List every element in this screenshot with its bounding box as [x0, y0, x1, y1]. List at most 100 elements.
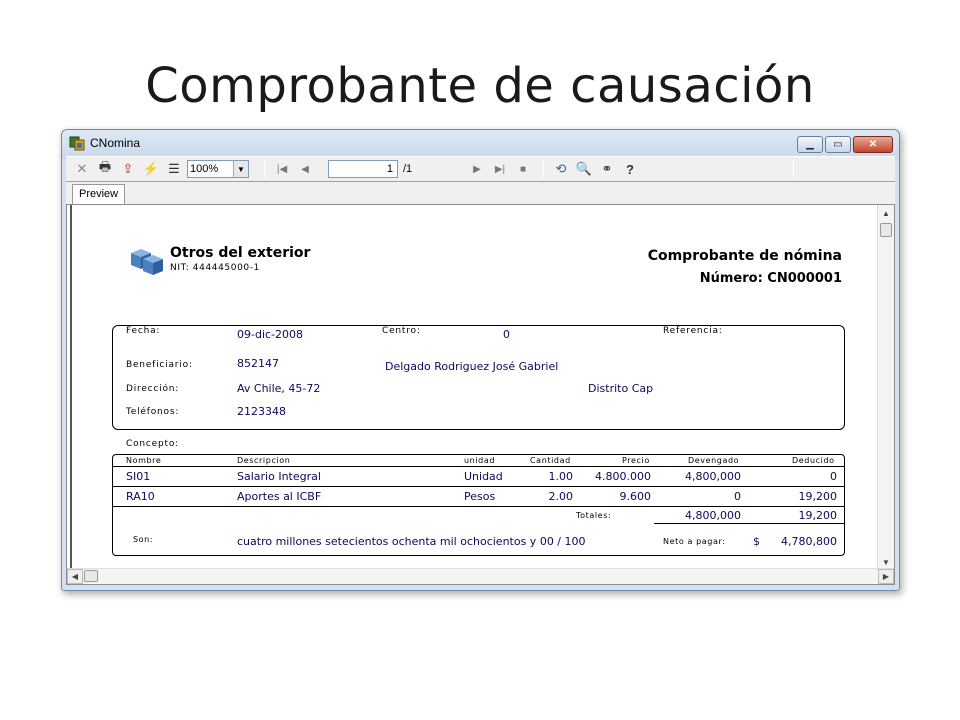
beneficiario-id: 852147 — [237, 357, 279, 370]
minimize-icon: ▁ — [806, 138, 814, 150]
close-report-button[interactable]: ✕ — [72, 159, 92, 179]
table-cell: 19,200 — [798, 490, 838, 503]
stop-button[interactable]: ■ — [513, 159, 533, 179]
zoom-value: 100% — [190, 163, 219, 175]
neto-value: 4,780,800 — [781, 535, 837, 548]
fecha-value: 09-dic-2008 — [237, 328, 304, 341]
table-cell: RA10 — [126, 490, 155, 503]
close-window-button[interactable]: ✕ — [853, 136, 893, 153]
total-deducido: 19,200 — [798, 509, 838, 522]
lightning-button[interactable]: ⚡ — [141, 159, 161, 179]
first-page-icon: |◀ — [276, 163, 288, 175]
prev-page-button[interactable]: ◀ — [295, 159, 315, 179]
print-button[interactable]: 🖶 — [95, 159, 115, 179]
last-page-icon: ▶| — [494, 163, 506, 175]
page-number-input[interactable]: 1 — [328, 160, 398, 178]
total-devengado: 4,800,000 — [685, 509, 741, 522]
column-header: Precio — [622, 456, 650, 465]
company-name: Otros del exterior — [170, 245, 311, 261]
prev-page-icon: ◀ — [301, 163, 309, 175]
export-button[interactable]: ⇪ — [118, 159, 138, 179]
beneficiario-nombre: Delgado Rodriguez José Gabriel — [385, 360, 559, 373]
binoculars-icon: ⚭ — [601, 161, 613, 176]
company-logo — [131, 249, 163, 275]
first-page-button[interactable]: |◀ — [272, 159, 292, 179]
ciudad-value: Distrito Cap — [588, 382, 654, 395]
document-number: Número: CN000001 — [699, 271, 842, 286]
page-total: /1 — [403, 163, 413, 175]
search-doc-icon: 🔍 — [575, 161, 593, 176]
referencia-label: Referencia: — [663, 326, 723, 336]
table-cell: Salario Integral — [237, 470, 321, 483]
tree-button[interactable]: ☰ — [164, 159, 184, 179]
slide-title: Comprobante de causación — [145, 58, 815, 114]
window-title: CNomina — [90, 136, 141, 150]
maximize-button[interactable]: ▭ — [825, 136, 851, 153]
refresh-search-button[interactable]: ⟲ — [551, 159, 571, 179]
toolbar-divider — [543, 160, 544, 178]
report-preview-area: Otros del exterior NIT: 444445000-1 Comp… — [66, 204, 895, 585]
vertical-scrollbar[interactable]: ▲ ▼ — [877, 205, 894, 570]
totales-label: Totales: — [576, 511, 612, 520]
print-icon: 🖶 — [98, 159, 112, 174]
table-header-divider — [112, 466, 845, 467]
next-page-icon: ▶ — [473, 163, 481, 175]
telefonos-label: Teléfonos: — [126, 407, 180, 417]
table-cell: 0 — [734, 490, 741, 503]
scroll-up-button[interactable]: ▲ — [878, 205, 894, 221]
neto-currency: $ — [753, 535, 760, 548]
chevron-right-icon: ▶ — [882, 572, 890, 581]
table-cell: 0 — [830, 470, 837, 483]
find-button[interactable]: ⚭ — [597, 159, 617, 179]
table-cell: Aportes al ICBF — [237, 490, 322, 503]
company-nit: NIT: 444445000-1 — [170, 263, 260, 273]
column-header: Descripcion — [237, 456, 291, 465]
horizontal-scrollbar[interactable]: ◀ ▶ — [67, 568, 894, 584]
scroll-left-button[interactable]: ◀ — [67, 569, 83, 584]
tab-bar: Preview — [66, 182, 895, 204]
document-title: Comprobante de nómina — [647, 248, 842, 264]
close-icon: ✕ — [76, 161, 88, 176]
table-cell: 4.800.000 — [595, 470, 651, 483]
table-row-divider — [112, 506, 845, 507]
column-header: Devengado — [688, 456, 740, 465]
centro-value: 0 — [503, 328, 510, 341]
help-icon: ? — [626, 161, 634, 177]
vertical-scroll-thumb[interactable] — [880, 223, 892, 237]
column-header: Deducido — [792, 456, 835, 465]
report-page: Otros del exterior NIT: 444445000-1 Comp… — [67, 205, 877, 570]
scroll-right-button[interactable]: ▶ — [878, 569, 894, 584]
tree-icon: ☰ — [168, 161, 180, 176]
concepto-label: Concepto: — [126, 439, 179, 449]
lightning-icon: ⚡ — [142, 161, 160, 176]
column-header: Nombre — [126, 456, 162, 465]
close-icon: ✕ — [868, 138, 878, 150]
zoom-select[interactable]: 100% ▼ — [187, 160, 249, 178]
table-cell: Unidad — [464, 470, 503, 483]
refresh-search-icon: ⟲ — [555, 161, 567, 176]
fecha-label: Fecha: — [126, 326, 161, 336]
minimize-button[interactable]: ▁ — [797, 136, 823, 153]
horizontal-scroll-thumb[interactable] — [84, 570, 98, 582]
toolbar-divider — [793, 160, 794, 178]
table-cell: 9.600 — [619, 490, 652, 503]
app-icon — [69, 136, 85, 151]
telefonos-value: 2123348 — [237, 405, 286, 418]
chevron-left-icon: ◀ — [71, 572, 79, 581]
maximize-icon: ▭ — [833, 138, 843, 150]
table-cell: 1.00 — [548, 470, 574, 483]
chevron-up-icon: ▲ — [882, 208, 890, 218]
totales-divider — [654, 523, 845, 524]
last-page-button[interactable]: ▶| — [490, 159, 510, 179]
direccion-label: Dirección: — [126, 384, 180, 394]
beneficiario-label: Beneficiario: — [126, 360, 193, 370]
help-button[interactable]: ? — [620, 159, 640, 179]
export-icon: ⇪ — [122, 161, 134, 176]
next-page-button[interactable]: ▶ — [467, 159, 487, 179]
son-value: cuatro millones setecientos ochenta mil … — [237, 535, 586, 548]
tab-preview[interactable]: Preview — [72, 184, 126, 204]
window-titlebar[interactable]: CNomina ▁ ▭ ✕ — [62, 130, 899, 156]
header-fields-box — [112, 325, 845, 430]
search-doc-button[interactable]: 🔍 — [574, 159, 594, 179]
chevron-down-icon: ▼ — [882, 557, 890, 567]
